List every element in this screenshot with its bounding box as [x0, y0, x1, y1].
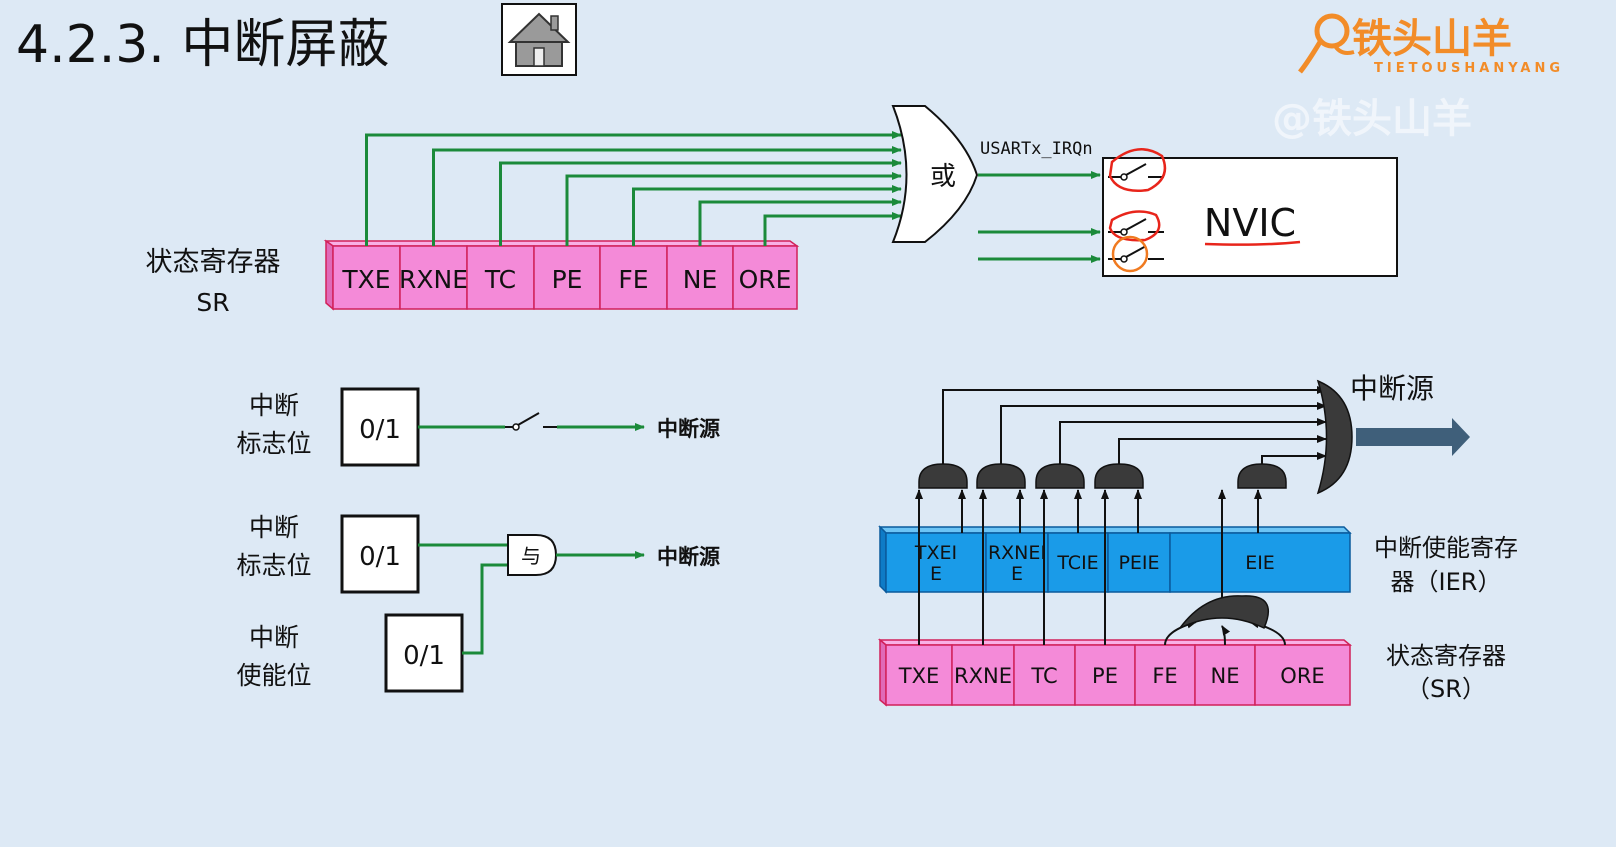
register-bit-label: FE	[618, 265, 648, 294]
home-button[interactable]	[501, 3, 577, 76]
output-arrow	[1356, 418, 1470, 456]
ier-cell-label: PEIE	[1118, 552, 1159, 574]
flag-label-line2: 标志位	[236, 551, 311, 580]
bit-to-or-wires	[365, 131, 902, 246]
example-flag-and-enable: 中断 标志位 0/1 中断 使能位 0/1 与 中断源	[236, 513, 720, 693]
nvic-box: NVIC	[1102, 148, 1398, 277]
sr-bit-label: FE	[1152, 664, 1177, 688]
register-bit-label: NE	[683, 265, 718, 294]
slide-canvas: 4.2.3. 中断屏蔽 铁头山羊 TIETOUSHANYANG @铁头山羊 TX…	[16, 3, 1564, 707]
or-gate-error	[1179, 595, 1269, 630]
and-gate-dark	[1237, 463, 1287, 489]
bit-wire	[698, 198, 902, 246]
sr-bit-label: RXNE	[954, 664, 1012, 688]
nvic-label: NVIC	[1204, 201, 1296, 245]
and-gate-dark	[976, 463, 1026, 489]
gate-output-wire	[1261, 452, 1327, 464]
logo-subtitle: TIETOUSHANYANG	[1374, 61, 1564, 76]
logo: 铁头山羊 TIETOUSHANYANG @铁头山羊	[1272, 13, 1564, 142]
sr-label-line1: 状态寄存器	[1386, 642, 1506, 670]
bit-wire	[565, 172, 902, 246]
flag-label-line1: 中断	[249, 513, 299, 542]
output-label: 中断源	[657, 417, 720, 441]
and-gate-dark	[1035, 463, 1085, 489]
register-label: 状态寄存器	[146, 247, 281, 278]
sr-bits: TXE RXNE TC PE FE NE ORE	[885, 644, 1351, 706]
example-flag-switch: 中断 标志位 0/1 中断源	[236, 387, 720, 467]
ier-register: TXEI ERXNEI E TCIE PEIE EIE 中断使能寄存 器（IER）	[878, 525, 1518, 596]
ier-cell-label: EIE	[1245, 552, 1275, 574]
sr-bit-label: TC	[1030, 664, 1057, 688]
output-label: 中断源	[657, 545, 720, 569]
ier-cells: TXEI ERXNEI E TCIE PEIE EIE	[885, 532, 1351, 593]
and-gate-dark	[918, 463, 968, 489]
or-gate-label: 或	[930, 162, 956, 192]
right-output-label: 中断源	[1350, 372, 1434, 405]
sr-bit-label: TXE	[898, 664, 939, 688]
or-gate-right	[1316, 379, 1353, 495]
register-bit-label: TXE	[341, 265, 390, 294]
logo-text: 铁头山羊	[1352, 16, 1512, 62]
status-register-top: TXE RXNE TC PE FE NE ORE 状态寄存器 SR	[146, 239, 800, 317]
gate-output-wire	[1118, 435, 1327, 464]
and-gate-label: 与	[521, 544, 541, 568]
sr-label-line2: （SR）	[1406, 675, 1486, 703]
flag-label-line1: 中断	[249, 391, 299, 420]
ier-cell-label: TCIE	[1056, 552, 1098, 574]
register-bit-label: ORE	[739, 265, 792, 294]
register-bits: TXE RXNE TC PE FE NE ORE	[332, 245, 798, 310]
or-gate-top: 或	[891, 105, 979, 243]
switch-icon	[505, 412, 557, 431]
register-bit-label: PE	[552, 265, 583, 294]
slide-title: 4.2.3. 中断屏蔽	[16, 15, 389, 75]
flag-label-line2: 标志位	[236, 429, 311, 458]
status-register-bottom: TXE RXNE TC PE FE NE ORE 状态寄存器 （SR）	[877, 638, 1506, 707]
sr-bit-label: NE	[1211, 664, 1240, 688]
goat-icon	[1298, 13, 1355, 74]
sr-bit-label: ORE	[1280, 664, 1324, 688]
gate-output-wire	[1059, 418, 1327, 464]
irq-label: USARTx_IRQn	[980, 139, 1093, 159]
wire	[462, 563, 508, 655]
register-abbr: SR	[196, 288, 229, 317]
register-bit-label: TC	[484, 265, 516, 294]
and-gate-dark	[1094, 463, 1144, 489]
enable-label-line2: 使能位	[236, 661, 311, 690]
enable-value: 0/1	[403, 641, 445, 671]
sr-bit-label: PE	[1092, 664, 1118, 688]
ier-label-line1: 中断使能寄存	[1374, 534, 1518, 562]
watermark: @铁头山羊	[1272, 96, 1472, 142]
enable-label-line1: 中断	[249, 623, 299, 652]
register-bit-label: RXNE	[399, 265, 468, 294]
flag-value: 0/1	[359, 542, 401, 572]
flag-value: 0/1	[359, 415, 401, 445]
ier-label-line2: 器（IER）	[1391, 568, 1502, 596]
